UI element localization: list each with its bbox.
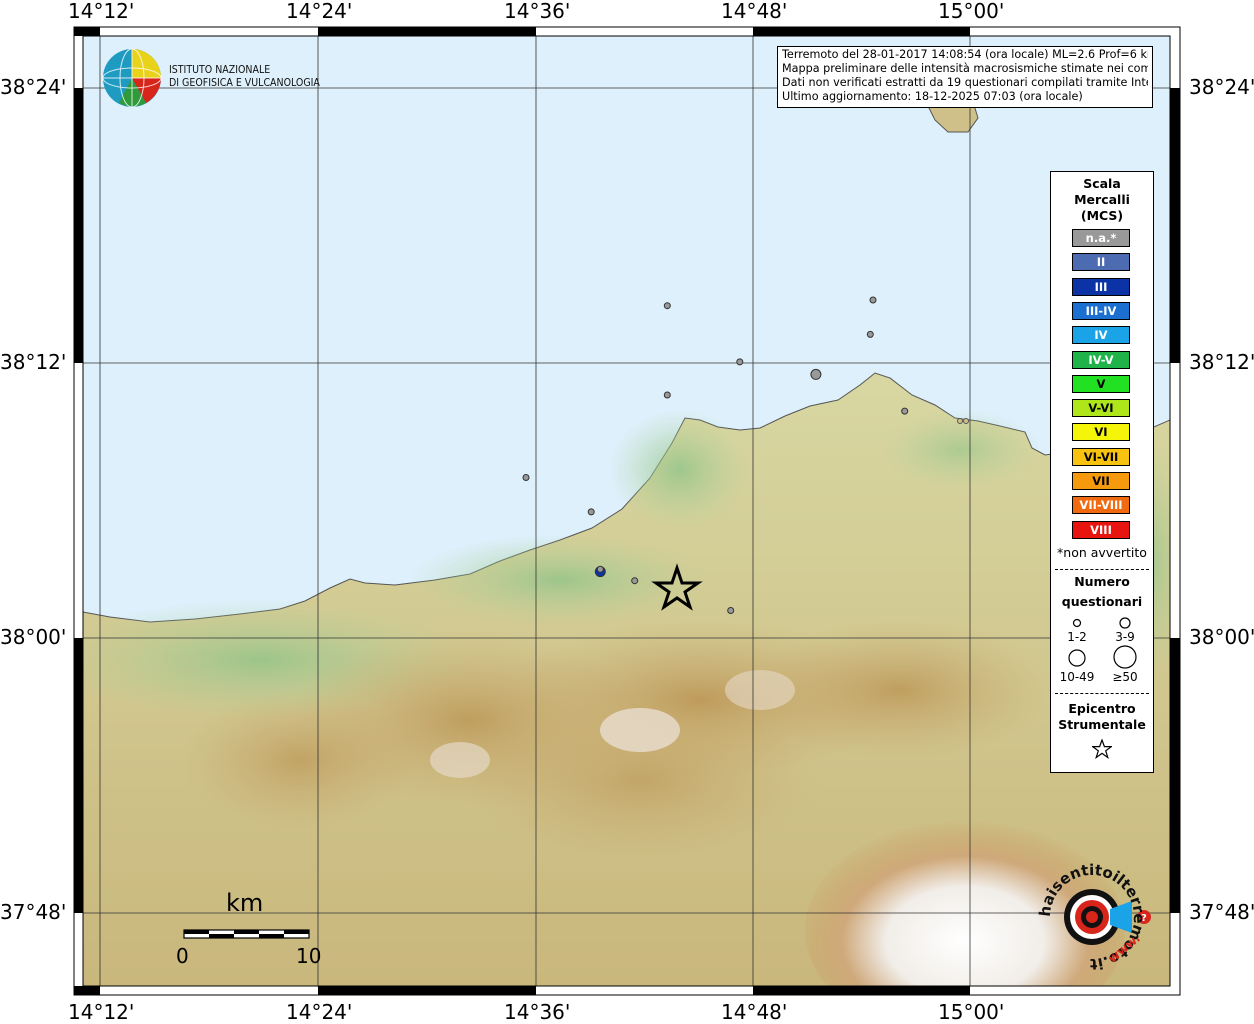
event-info-box: Terremoto del 28-01-2017 14:08:54 (ora l… (777, 46, 1153, 108)
haisentito-logo-icon: ? haisentitoilterremoto.it www. (1036, 861, 1151, 973)
questionnaire-marker[interactable] (901, 407, 909, 415)
lon-label-bottom-3: 14°36' (504, 1000, 571, 1024)
legend-swatch: VII (1072, 472, 1130, 490)
legend-swatch: II (1072, 253, 1130, 272)
lat-label-left-1: 38°24' (0, 75, 67, 99)
lat-label-right-3: 38°00' (1189, 625, 1254, 649)
questionnaire-marker[interactable] (736, 358, 744, 366)
legend-swatch: III (1072, 277, 1130, 296)
scalebar-start: 0 (176, 944, 189, 968)
lon-label-top-5: 15°00' (938, 0, 1005, 23)
epicenter-title-2: Strumentale (1058, 717, 1146, 732)
lat-label-left-2: 38°12' (0, 350, 67, 374)
count-circle-3-9 (1119, 617, 1131, 629)
event-info-line-4: Ultimo aggiornamento: 18-12-2025 07:03 (… (782, 90, 1083, 103)
legend-divider-2 (1055, 693, 1149, 694)
lon-label-top-3: 14°36' (504, 0, 571, 23)
legend-swatch: III-IV (1072, 301, 1130, 320)
epicenter-title-1: Epicentro (1068, 701, 1136, 716)
legend-title-2: Mercalli (1074, 192, 1130, 207)
lat-label-right-2: 38°12' (1189, 350, 1254, 374)
lon-label-top-2: 14°24' (286, 0, 353, 23)
lon-label-top-4: 14°48' (721, 0, 788, 23)
event-info-line-2: Mappa preliminare delle intensità macros… (782, 62, 1148, 75)
questionnaire-marker[interactable] (869, 296, 877, 304)
questionnaire-marker[interactable] (522, 474, 530, 481)
questionnaire-marker[interactable] (727, 607, 735, 614)
count-title-1: Numero (1074, 574, 1130, 589)
count-circle-50 (1113, 645, 1137, 669)
lat-label-right-4: 37°48' (1189, 900, 1254, 924)
event-info-line-3: Dati non verificati estratti da 19 quest… (782, 76, 1148, 89)
legend-swatch: n.a.* (1072, 229, 1130, 247)
scalebar (183, 929, 310, 939)
lon-label-bottom-1: 14°12' (68, 1000, 135, 1024)
count-circle-10-49 (1068, 649, 1086, 667)
count-label-1: 1-2 (1067, 630, 1087, 644)
legend-swatch: IV (1072, 326, 1130, 345)
legend-swatch: VIII (1072, 520, 1130, 539)
lon-label-bottom-5: 15°00' (938, 1000, 1005, 1024)
institute-line-2: DI GEOFISICA E VULCANOLOGIA (169, 77, 320, 89)
legend-swatch: VII-VIII (1072, 496, 1130, 515)
lat-label-left-4: 37°48' (0, 900, 67, 924)
questionnaire-marker[interactable] (866, 330, 874, 338)
not-felt-note: *non avvertito (1057, 545, 1147, 560)
legend-swatch: V-VI (1072, 399, 1130, 418)
count-label-4: ≥50 (1112, 670, 1138, 684)
count-circle-1-2 (1072, 618, 1082, 628)
legend-swatch: VI-VII (1072, 447, 1130, 466)
questionnaire-marker[interactable] (663, 302, 671, 310)
ingv-logo-icon (102, 48, 162, 108)
count-label-3: 10-49 (1059, 670, 1095, 684)
lon-label-bottom-2: 14°24' (286, 1000, 353, 1024)
scalebar-unit: km (226, 889, 264, 917)
scalebar-end: 10 (296, 944, 322, 968)
questionnaire-marker[interactable] (596, 565, 604, 573)
questionnaire-marker[interactable] (587, 508, 595, 516)
epicenter-legend-icon (1092, 739, 1112, 759)
lon-label-bottom-4: 14°48' (721, 1000, 788, 1024)
legend-title-1: Scala (1083, 176, 1121, 191)
questionnaire-marker[interactable] (631, 577, 639, 585)
count-label-2: 3-9 (1115, 630, 1135, 644)
questionnaire-marker[interactable] (810, 368, 822, 380)
institute-name: ISTITUTO NAZIONALE DI GEOFISICA E VULCAN… (169, 64, 320, 90)
legend-swatch: V (1072, 374, 1130, 393)
lon-label-top-1: 14°12' (68, 0, 135, 23)
legend-title-3: (MCS) (1080, 208, 1124, 223)
institute-line-1: ISTITUTO NAZIONALE (169, 64, 271, 76)
legend-swatch: IV-V (1072, 350, 1130, 369)
lat-label-right-1: 38°24' (1189, 75, 1254, 99)
count-title-2: questionari (1061, 594, 1143, 609)
legend-swatch: VI (1072, 423, 1130, 442)
event-info-line-1: Terremoto del 28-01-2017 14:08:54 (ora l… (782, 48, 1148, 61)
legend: Scala Mercalli (MCS) *non avvertito Nume… (1050, 171, 1154, 773)
legend-divider (1055, 569, 1149, 570)
questionnaire-marker[interactable] (663, 391, 671, 399)
lat-label-left-3: 38°00' (0, 625, 67, 649)
